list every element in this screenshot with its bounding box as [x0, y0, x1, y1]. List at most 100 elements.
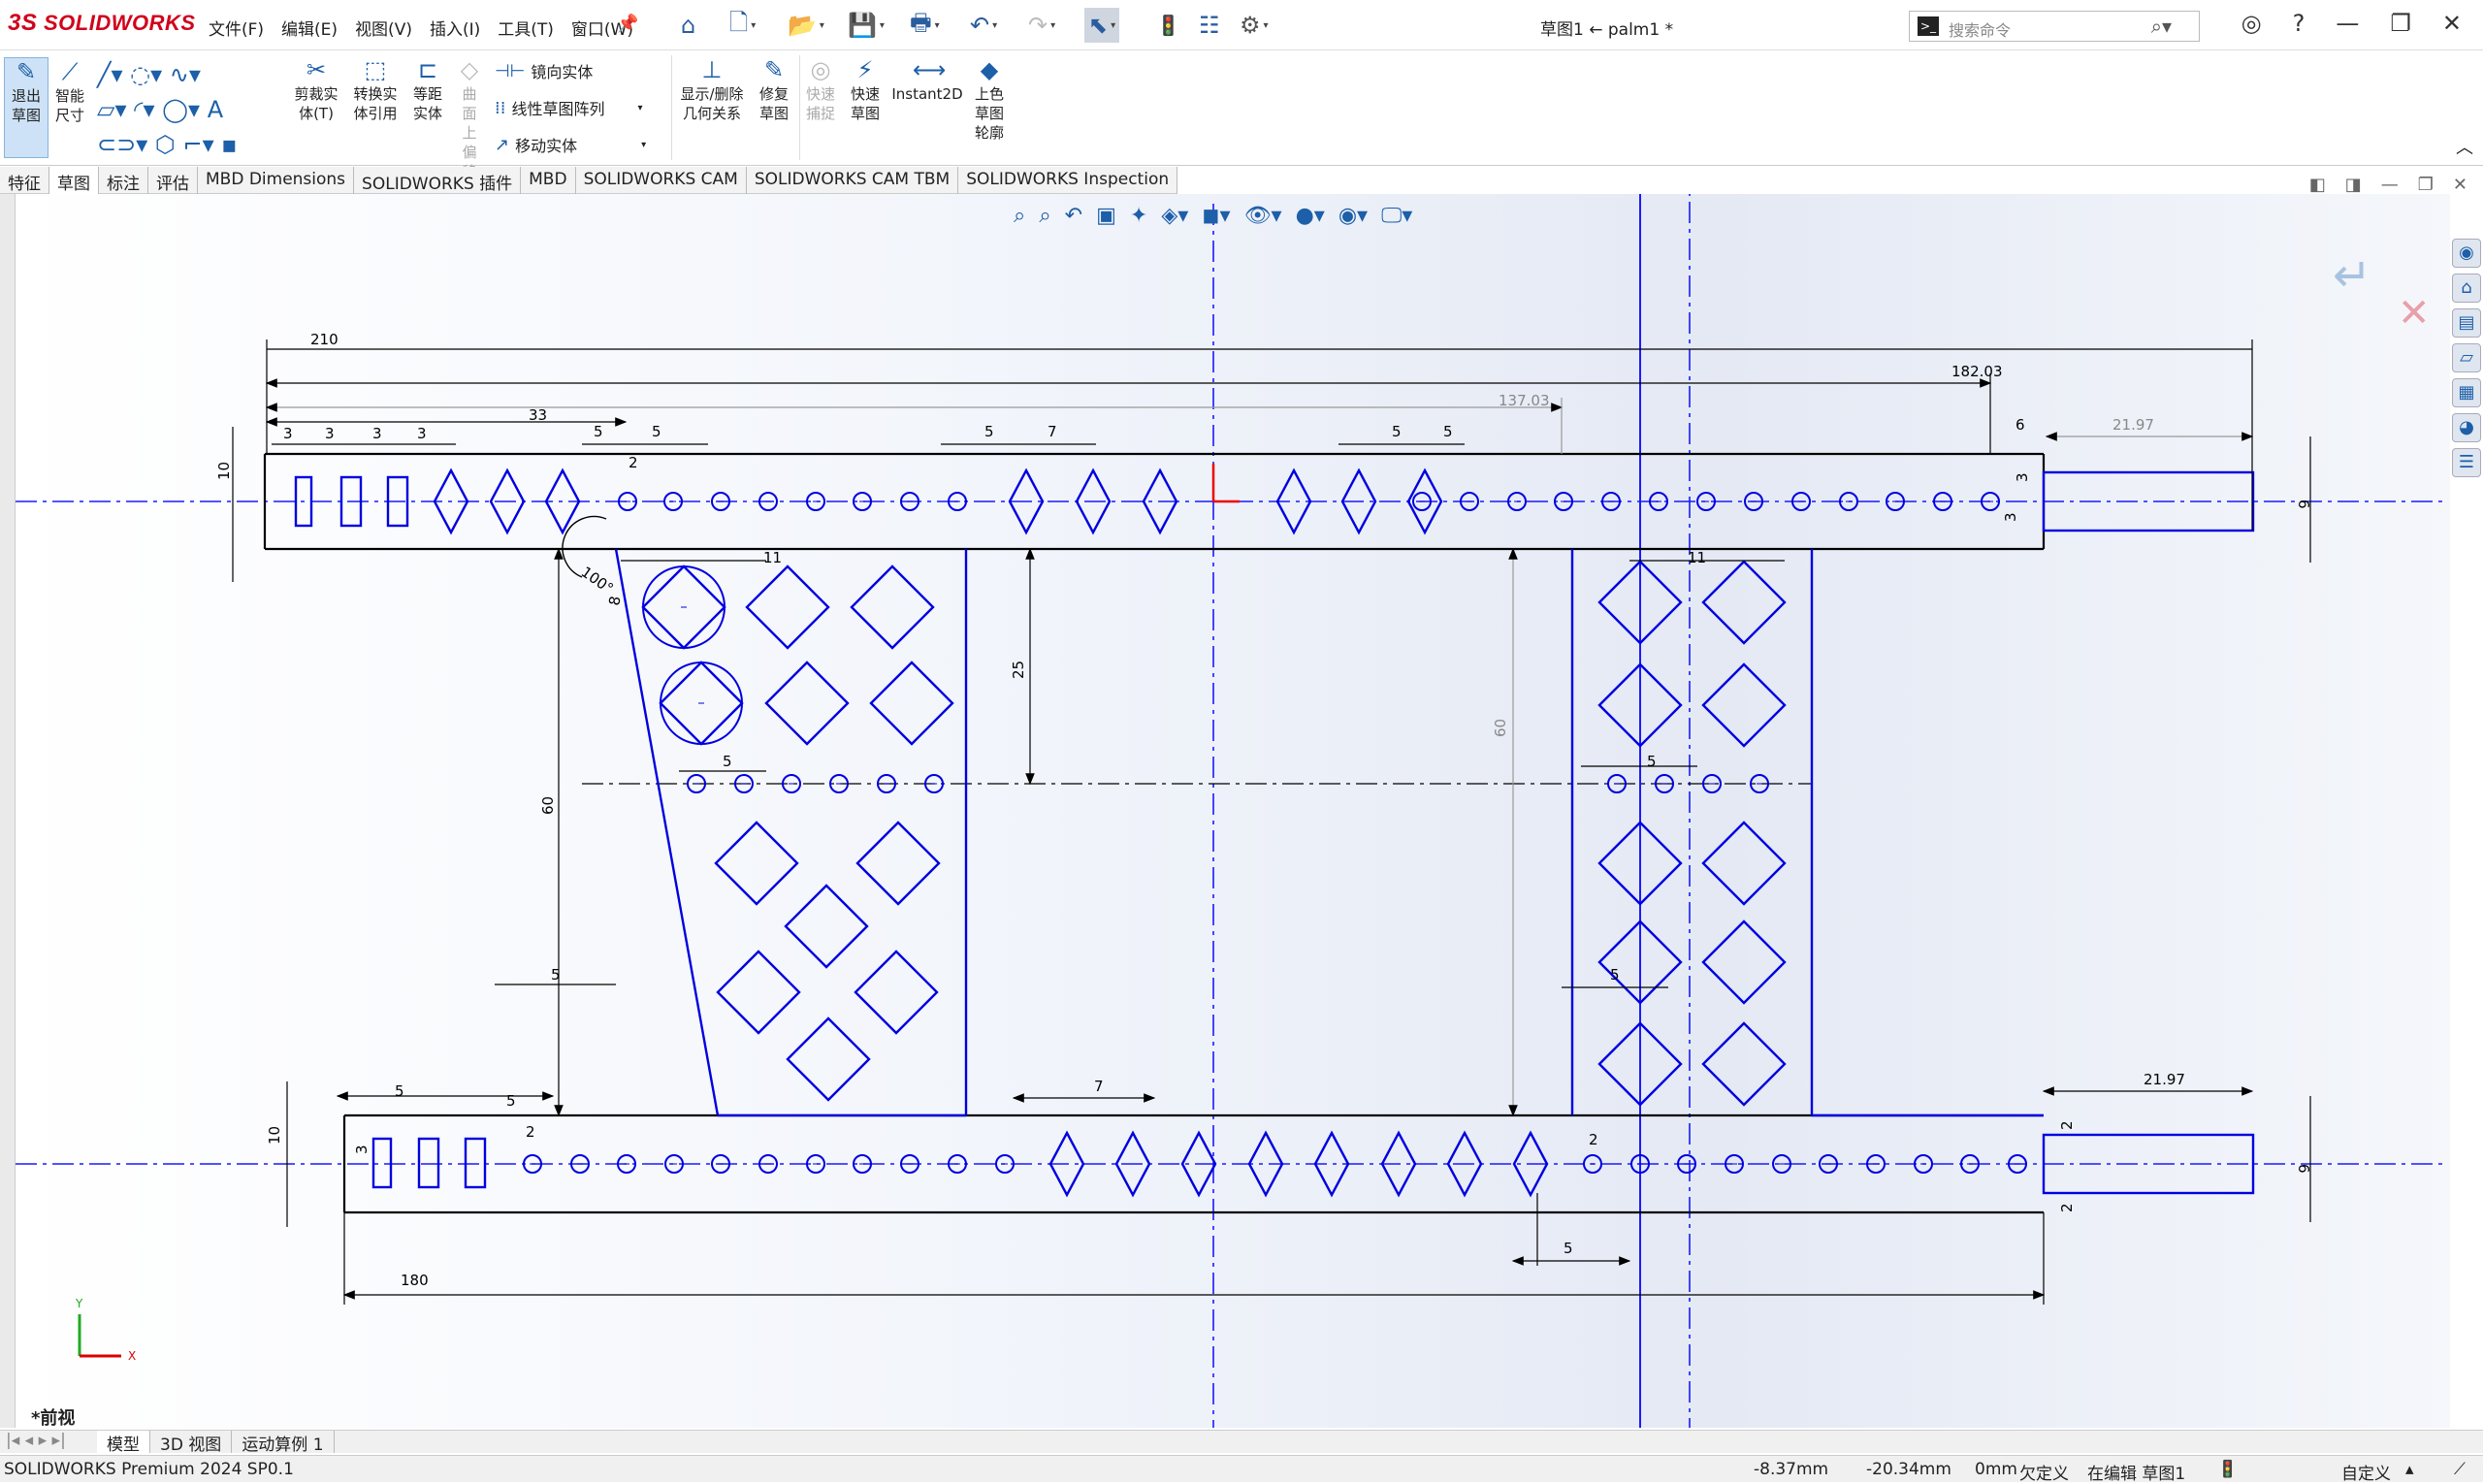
tab-cam-tbm[interactable]: SOLIDWORKS CAM TBM — [747, 167, 959, 194]
tab-inspection[interactable]: SOLIDWORKS Inspection — [958, 167, 1178, 194]
dim-5i[interactable]: 5 — [1610, 966, 1620, 984]
offset-entities-button[interactable]: ⊏ 等距实体 — [407, 57, 448, 123]
home-pane-icon[interactable]: ⌂ — [2452, 274, 2481, 303]
dim-5h[interactable]: 5 — [551, 966, 561, 984]
design-library-icon[interactable]: ▤ — [2452, 308, 2481, 338]
dim-dia-2b[interactable]: 2 — [526, 1123, 535, 1141]
tab-mbd[interactable]: MBD — [521, 167, 576, 194]
rapid-sketch-button[interactable]: ⚡ 快速草图 — [846, 57, 885, 123]
arc-icon[interactable]: ◜▾ — [134, 96, 154, 123]
dim-angle-100[interactable]: 100° — [578, 564, 617, 597]
display-relations-button[interactable]: ⊥ 显示/删除几何关系 — [673, 57, 751, 123]
dim-182[interactable]: 182.03 — [1951, 363, 2003, 380]
unit-system[interactable]: 自定义 — [2341, 1460, 2391, 1484]
search-command-field[interactable]: >_ 搜索命令 ⌕▾ — [1909, 11, 2200, 42]
dim-6b[interactable]: 6 — [2295, 500, 2312, 509]
previous-view-icon[interactable]: ↶ — [1065, 204, 1082, 228]
home-icon[interactable]: ⌂ — [681, 8, 695, 43]
dim-137[interactable]: 137.03 — [1499, 392, 1550, 409]
tab-features[interactable]: 特征 — [0, 167, 49, 194]
dim-210[interactable]: 210 — [310, 331, 339, 348]
view-settings-icon[interactable]: 🖵▾ — [1381, 204, 1412, 228]
dim-dia-2c[interactable]: 2 — [1589, 1131, 1598, 1148]
section-view-icon[interactable]: ▣ — [1096, 204, 1116, 228]
tab-addins[interactable]: SOLIDWORKS 插件 — [354, 167, 522, 194]
menu-tools[interactable]: 工具(T) — [498, 16, 554, 40]
zoom-to-area-icon[interactable]: ⌕ — [1039, 204, 1050, 228]
palm-diamond[interactable] — [716, 950, 801, 1035]
dim-5f[interactable]: 5 — [723, 753, 732, 770]
file-properties-icon[interactable]: ☷ — [1199, 8, 1220, 43]
doc-close-icon[interactable]: ✕ — [2453, 175, 2467, 195]
circle-icon[interactable]: ◌▾ — [130, 61, 162, 88]
palm-diamond[interactable] — [745, 565, 830, 650]
collapse-ribbon-icon[interactable]: ︿ — [2456, 134, 2473, 159]
line-icon[interactable]: ╱▾ — [97, 61, 123, 88]
dim-11a[interactable]: 11 — [763, 549, 782, 566]
offset-on-surface-button[interactable]: ◇ 曲面上偏移 — [450, 57, 489, 181]
chevron-down-icon[interactable]: ▾ — [637, 103, 642, 113]
palm-diamond[interactable] — [1701, 919, 1787, 1005]
palm-diamond[interactable] — [850, 565, 935, 650]
menu-file[interactable]: 文件(F) — [209, 16, 264, 40]
dim-21-97a[interactable]: 21.97 — [2112, 416, 2154, 434]
palm-diamond[interactable] — [784, 884, 869, 969]
hide-show-items-icon[interactable]: 👁▾ — [1244, 204, 1282, 228]
palm-diamond[interactable] — [714, 821, 799, 906]
dim-7b[interactable]: 7 — [1094, 1078, 1104, 1095]
zoom-to-fit-icon[interactable]: ⌕ — [1014, 204, 1025, 228]
convert-entities-button[interactable]: ⬚ 转换实体引用 — [347, 57, 403, 123]
dim-5c[interactable]: 5 — [984, 423, 994, 440]
exit-sketch-label-group[interactable]: ✎ 退出草图 — [4, 59, 48, 125]
dim-3f[interactable]: 3 — [353, 1145, 371, 1154]
cancel-sketch-corner-icon[interactable]: ✕ — [2398, 291, 2431, 336]
tab-3d-views[interactable]: 3D 视图 — [150, 1431, 233, 1455]
dim-3a[interactable]: 3 — [283, 425, 293, 442]
dim-5a[interactable]: 5 — [594, 423, 603, 440]
dim-3c[interactable]: 3 — [372, 425, 382, 442]
dim-3-top-c[interactable]: 3 — [417, 425, 427, 442]
palm-diamond[interactable] — [1701, 662, 1787, 748]
hexagon-icon[interactable]: ⬡ — [155, 131, 176, 158]
trim-button[interactable]: ✂ 剪裁实体(T) — [287, 57, 345, 123]
print-icon[interactable]: 🖶 ▾ — [910, 8, 940, 43]
dim-5d[interactable]: 5 — [1392, 423, 1402, 440]
polygon-icon[interactable]: ◯▾ — [162, 96, 200, 123]
rebuild-icon[interactable]: 🚦 — [1156, 8, 1180, 43]
feature-manager-collapsed-panel[interactable] — [0, 194, 16, 1428]
dim-2e[interactable]: 2 — [2058, 1203, 2076, 1212]
tab-sketch[interactable]: 草图 — [49, 167, 99, 194]
dynamic-annotation-icon[interactable]: ✦ — [1130, 204, 1147, 228]
save-icon[interactable]: 💾 ▾ — [848, 8, 885, 43]
palm-diamond[interactable] — [1701, 821, 1787, 906]
close-icon[interactable]: ✕ — [2442, 10, 2462, 37]
rectangle-icon[interactable]: ▱▾ — [97, 96, 127, 123]
dim-21-97b[interactable]: 21.97 — [2144, 1071, 2185, 1088]
view-orientation-icon[interactable]: ◈▾ — [1161, 204, 1188, 228]
display-style-icon[interactable]: ◼▾ — [1202, 204, 1230, 228]
doc-minimize-icon[interactable]: — — [2381, 175, 2399, 195]
dim-180[interactable]: 180 — [401, 1272, 429, 1289]
dim-60b[interactable]: 60 — [1492, 719, 1509, 737]
spline-icon[interactable]: ∿▾ — [170, 61, 201, 88]
sketch-features[interactable] — [433, 468, 2027, 1198]
dim-5g[interactable]: 5 — [1647, 753, 1657, 770]
custom-properties-icon[interactable]: ☰ — [2452, 448, 2481, 477]
tab-scroll-arrows[interactable]: |◂ ◂ ▸ ▸| — [0, 1431, 97, 1453]
options-icon[interactable]: ⚙ ▾ — [1240, 8, 1269, 43]
unit-dropdown-icon[interactable]: ▴ — [2405, 1460, 2414, 1479]
edit-appearance-icon[interactable]: ●▾ — [1296, 204, 1325, 228]
dim-7a[interactable]: 7 — [1048, 423, 1057, 440]
dim-5k[interactable]: 5 — [506, 1092, 516, 1110]
dim-5e[interactable]: 5 — [1443, 423, 1453, 440]
confirmation-corner[interactable]: ↵ ✕ — [2333, 248, 2431, 336]
tab-motion-study[interactable]: 运动算例 1 — [232, 1431, 335, 1455]
dim-3e[interactable]: 3 — [2002, 512, 2019, 522]
mirror-entities-button[interactable]: ⊣⊢ 镜向实体 — [495, 59, 593, 82]
minimize-icon[interactable]: — — [2336, 10, 2359, 37]
chevron-down-icon[interactable]: ▾ — [641, 140, 646, 150]
view-palette-icon[interactable]: ▦ — [2452, 378, 2481, 407]
appearances-icon[interactable]: ◕ — [2452, 413, 2481, 442]
file-explorer-icon[interactable]: ▱ — [2452, 343, 2481, 372]
fillet-icon[interactable]: ⌐▾ — [183, 131, 214, 158]
